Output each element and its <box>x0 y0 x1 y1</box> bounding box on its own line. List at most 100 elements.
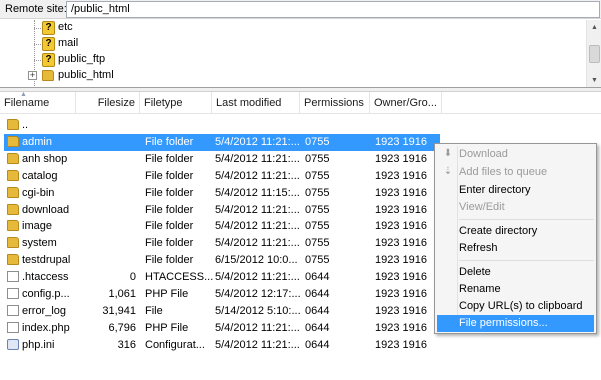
file-type: Configurat... <box>145 339 205 351</box>
menu-separator <box>459 260 594 261</box>
tree-item-label: public_ftp <box>58 53 106 65</box>
file-row[interactable]: config.p... 1,061 PHP File 5/4/2012 12:17:.… <box>4 286 440 303</box>
context-menu: ⬇ Download ⇣ Add files to queue Enter di… <box>434 143 597 334</box>
file-row[interactable]: system File folder 5/4/2012 11:21:... 0755 1… <box>4 235 440 252</box>
scroll-thumb[interactable] <box>589 45 600 63</box>
column-header-filename[interactable]: ▲ Filename <box>0 91 76 114</box>
file-type: File folder <box>145 136 194 148</box>
tree-expand-toggle[interactable]: + <box>28 71 37 80</box>
unknown-folder-icon: ? <box>42 53 55 67</box>
file-size: 6,796 <box>108 322 136 334</box>
column-header-permissions[interactable]: Permissions <box>300 92 370 114</box>
menu-item-add-to-queue[interactable]: ⇣ Add files to queue <box>437 164 594 181</box>
column-header-owner-group[interactable]: Owner/Gro... <box>370 92 442 114</box>
file-name: system <box>22 237 57 249</box>
file-row[interactable]: testdrupal File folder 6/15/2012 10:0... 07… <box>4 252 440 269</box>
remote-site-label: Remote site: <box>5 3 67 15</box>
file-permissions: 0755 <box>305 237 330 249</box>
remote-site-bar: Remote site: /public_html <box>0 0 601 19</box>
tree-item-etc[interactable]: ? etc <box>0 20 200 35</box>
file-owner-group: 1923 1916 <box>375 170 427 182</box>
file-name: image <box>22 220 52 232</box>
file-list-header: ▲ Filename Filesize Filetype Last modifi… <box>0 91 601 114</box>
file-row[interactable]: catalog File folder 5/4/2012 11:21:... 0755… <box>4 168 440 185</box>
file-name: testdrupal <box>22 254 71 266</box>
file-row[interactable]: cgi-bin File folder 5/4/2012 11:15:... 0755… <box>4 185 440 202</box>
menu-item-delete[interactable]: Delete <box>437 264 594 281</box>
menu-item-download[interactable]: ⬇ Download <box>437 146 594 163</box>
tree-item-label: mail <box>58 37 79 49</box>
menu-item-view-edit[interactable]: View/Edit <box>437 199 594 216</box>
tree-item-mail[interactable]: ? mail <box>0 36 200 51</box>
folder-icon <box>42 70 54 81</box>
column-header-last-modified[interactable]: Last modified <box>212 92 300 114</box>
file-owner-group: 1923 1916 <box>375 187 427 199</box>
menu-item-rename[interactable]: Rename <box>437 281 594 298</box>
add-queue-icon: ⇣ <box>443 166 453 177</box>
file-modified: 5/14/2012 5:10:... <box>215 305 301 317</box>
file-modified: 5/4/2012 11:21:... <box>215 170 300 182</box>
file-owner-group: 1923 1916 <box>375 220 427 232</box>
folder-icon <box>7 204 19 215</box>
file-modified: 5/4/2012 11:21:... <box>215 204 300 216</box>
file-owner-group: 1923 1916 <box>375 153 427 165</box>
file-type: File <box>145 305 163 317</box>
file-owner-group: 1923 1916 <box>375 322 427 334</box>
file-permissions: 0644 <box>305 271 330 283</box>
unknown-folder-icon: ? <box>42 37 55 51</box>
folder-icon <box>7 237 19 248</box>
file-row[interactable]: .. <box>4 117 440 134</box>
directory-tree: ? etc ? mail ? public_ftp + public_html … <box>0 20 601 88</box>
column-header-filesize[interactable]: Filesize <box>76 92 140 114</box>
file-type: PHP File <box>145 288 189 300</box>
file-owner-group: 1923 1916 <box>375 237 427 249</box>
file-owner-group: 1923 1916 <box>375 288 427 300</box>
file-type: File folder <box>145 204 194 216</box>
column-header-filetype[interactable]: Filetype <box>140 92 212 114</box>
file-row[interactable]: download File folder 5/4/2012 11:21:... 075… <box>4 202 440 219</box>
file-icon <box>7 322 19 333</box>
folder-icon <box>7 254 19 265</box>
folder-icon <box>7 136 19 147</box>
file-row[interactable]: error_log 31,941 File 5/14/2012 5:10:... 064… <box>4 303 440 320</box>
file-icon <box>7 288 19 299</box>
file-modified: 6/15/2012 10:0... <box>215 254 298 266</box>
file-modified: 5/4/2012 11:21:... <box>215 220 300 232</box>
folder-icon <box>7 119 19 130</box>
file-row[interactable]: index.php 6,796 PHP File 5/4/2012 11:21:...… <box>4 320 440 337</box>
menu-item-file-permissions[interactable]: File permissions... <box>437 315 594 332</box>
file-modified: 5/4/2012 11:21:... <box>215 271 300 283</box>
file-permissions: 0755 <box>305 187 330 199</box>
menu-item-refresh[interactable]: Refresh <box>437 240 594 257</box>
tree-item-public-ftp[interactable]: ? public_ftp <box>0 52 200 67</box>
file-permissions: 0755 <box>305 136 330 148</box>
folder-icon <box>7 153 19 164</box>
file-icon <box>7 271 19 282</box>
menu-item-copy-url[interactable]: Copy URL(s) to clipboard <box>437 298 594 315</box>
file-permissions: 0644 <box>305 322 330 334</box>
file-modified: 5/4/2012 11:15:... <box>215 187 300 199</box>
file-row[interactable]: php.ini 316 Configurat... 5/4/2012 11:21:..… <box>4 337 440 354</box>
file-row[interactable]: anh shop File folder 5/4/2012 11:21:... 075… <box>4 151 440 168</box>
file-row[interactable]: admin File folder 5/4/2012 11:21:... 0755 19… <box>4 134 440 151</box>
file-type: PHP File <box>145 322 189 334</box>
file-modified: 5/4/2012 11:21:... <box>215 339 300 351</box>
file-type: File folder <box>145 187 194 199</box>
file-row[interactable]: .htaccess 0 HTACCESS... 5/4/2012 11:21:... 0… <box>4 269 440 286</box>
file-permissions: 0755 <box>305 170 330 182</box>
menu-separator <box>459 219 594 220</box>
menu-item-enter-directory[interactable]: Enter directory <box>437 182 594 199</box>
file-row[interactable]: image File folder 5/4/2012 11:21:... 0755 19… <box>4 218 440 235</box>
menu-item-create-directory[interactable]: Create directory <box>437 223 594 240</box>
file-permissions: 0644 <box>305 305 330 317</box>
file-modified: 5/4/2012 11:21:... <box>215 136 300 148</box>
file-icon <box>7 305 19 316</box>
tree-item-public-html[interactable]: + public_html <box>0 68 200 83</box>
scroll-up-arrow-icon[interactable]: ▲ <box>588 21 601 34</box>
tree-scrollbar[interactable]: ▲ ▼ <box>586 20 601 87</box>
file-size: 1,061 <box>108 288 136 300</box>
tree-item-label: etc <box>58 21 73 33</box>
scroll-down-arrow-icon[interactable]: ▼ <box>588 74 601 87</box>
remote-path-input[interactable]: /public_html <box>66 1 600 18</box>
file-permissions: 0644 <box>305 339 330 351</box>
